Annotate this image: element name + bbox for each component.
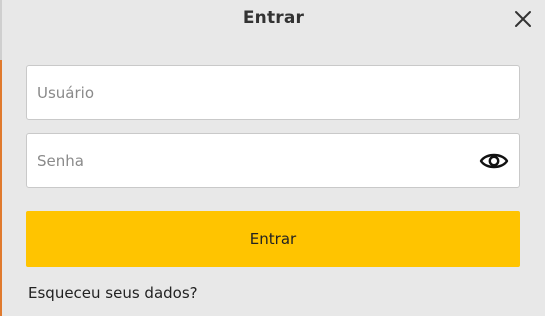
forgot-credentials-link[interactable]: Esqueceu seus dados? <box>28 284 198 302</box>
username-field-box <box>26 65 520 120</box>
modal-title: Entrar <box>242 8 305 28</box>
password-input[interactable] <box>37 134 477 187</box>
login-modal: Entrar Entrar Esqueceu seus dados? <box>2 0 545 316</box>
eye-icon <box>479 153 509 169</box>
password-field-box <box>26 133 520 188</box>
close-button[interactable] <box>513 9 533 29</box>
login-button[interactable]: Entrar <box>26 211 520 267</box>
close-icon <box>515 11 531 27</box>
modal-header: Entrar <box>2 0 545 40</box>
username-input[interactable] <box>37 66 477 119</box>
show-password-button[interactable] <box>479 148 509 174</box>
